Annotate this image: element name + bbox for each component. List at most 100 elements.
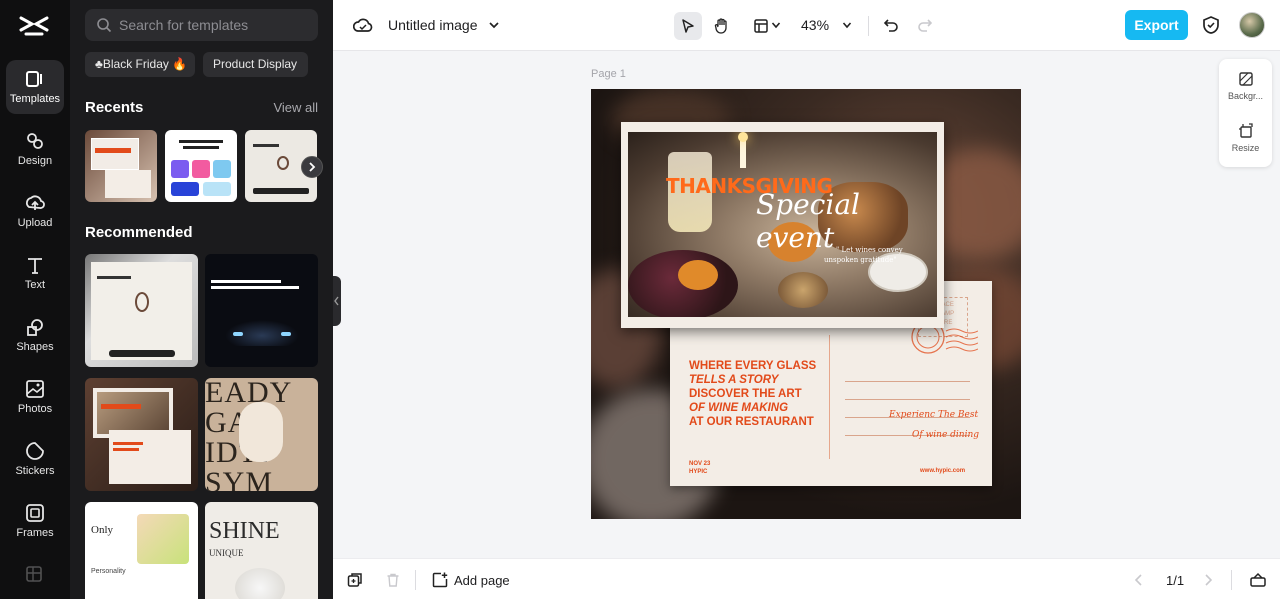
text-icon <box>28 258 42 274</box>
body-line-5[interactable]: AT OUR RESTAURANT <box>689 415 814 429</box>
rail-label: Text <box>24 279 46 291</box>
background-tool[interactable]: Backgr... <box>1219 71 1272 101</box>
recommended-title: Recommended <box>85 224 193 241</box>
recommended-template-thumbnail[interactable] <box>85 254 198 367</box>
body-line-2[interactable]: TELLS A STORY <box>689 373 778 387</box>
rail-item-photos[interactable]: Photos <box>6 370 64 424</box>
view-all-link[interactable]: View all <box>273 100 318 115</box>
body-line-3[interactable]: DISCOVER THE ART <box>689 387 802 401</box>
rail-item-text[interactable]: Text <box>6 246 64 300</box>
rail-label: Upload <box>17 217 53 229</box>
address-line <box>845 399 970 400</box>
recent-template-thumbnail[interactable] <box>165 130 237 202</box>
rail-label: Stickers <box>15 465 55 477</box>
quote-line-1[interactable]: " Let wines convey <box>836 246 903 254</box>
recents-next-button[interactable] <box>301 156 323 178</box>
previous-page-icon[interactable] <box>1133 573 1145 587</box>
recents-title: Recents <box>85 99 144 116</box>
zoom-level[interactable]: 43% <box>801 17 829 33</box>
event-date[interactable]: NOV 23 <box>689 461 710 467</box>
stickers-icon <box>26 442 44 460</box>
body-line-4[interactable]: OF WINE MAKING <box>689 401 788 415</box>
cloud-sync-icon[interactable] <box>353 16 373 34</box>
background-tool-label: Backgr... <box>1227 91 1263 101</box>
photo-card[interactable]: THANKSGIVING Special event " Let wines c… <box>621 122 944 328</box>
chevron-left-icon <box>334 296 339 306</box>
design-icon <box>27 133 43 149</box>
website-url[interactable]: www.hypic.com <box>920 468 965 474</box>
rail-item-templates[interactable]: Templates <box>6 60 64 114</box>
top-toolbar: Untitled image 43% Export <box>333 0 1280 51</box>
rail-item-shapes[interactable]: Shapes <box>6 308 64 362</box>
side-tools-panel: Backgr... Resize <box>1219 59 1272 167</box>
photos-icon <box>26 380 44 398</box>
page-panel-icon[interactable] <box>1249 572 1267 588</box>
shield-icon[interactable] <box>1201 15 1221 35</box>
rail-item-frames[interactable]: Frames <box>6 494 64 548</box>
hand-icon <box>714 18 727 34</box>
rail-label: Shapes <box>16 341 54 353</box>
export-button[interactable]: Export <box>1125 10 1188 40</box>
rail-label: Design <box>17 155 53 167</box>
recommended-template-thumbnail[interactable]: EADYGADIDTISYM <box>205 378 318 491</box>
quote-line-2[interactable]: unspoken gratitude" <box>824 256 897 264</box>
rail-label: Templates <box>9 93 61 105</box>
layout-icon <box>754 19 768 33</box>
shapes-icon <box>27 319 43 336</box>
resize-icon <box>1238 123 1253 138</box>
toolbar-divider <box>1231 570 1232 590</box>
tagline-2[interactable]: Of wine dining <box>912 430 979 440</box>
next-page-icon[interactable] <box>1202 573 1214 587</box>
chevron-down-icon[interactable] <box>771 20 781 30</box>
background-icon <box>1238 72 1253 86</box>
thanksgiving-photo[interactable]: THANKSGIVING Special event " Let wines c… <box>628 132 937 317</box>
more-tools-icon[interactable] <box>25 565 43 583</box>
resize-tool[interactable]: Resize <box>1219 123 1272 153</box>
resize-tool-label: Resize <box>1231 143 1260 153</box>
page-counter: 1/1 <box>1166 573 1185 588</box>
search-input[interactable] <box>119 9 309 41</box>
chevron-down-icon[interactable] <box>842 20 852 30</box>
undo-icon[interactable] <box>882 16 900 34</box>
add-page-icon[interactable] <box>432 572 448 588</box>
select-tool-button[interactable] <box>674 12 702 40</box>
rail-item-stickers[interactable]: Stickers <box>6 432 64 486</box>
panel-collapse-handle[interactable] <box>333 276 341 326</box>
design-artboard[interactable]: WHERE EVERY GLASS TELLS A STORY DISCOVER… <box>591 89 1021 519</box>
rail-label: Photos <box>17 403 53 415</box>
recommended-template-thumbnail[interactable] <box>85 378 198 491</box>
address-line <box>845 381 970 382</box>
hand-tool-button[interactable] <box>708 12 736 40</box>
chip-product-display[interactable]: Product Display <box>203 52 308 77</box>
template-search[interactable] <box>85 9 318 41</box>
chip-black-friday[interactable]: ♣Black Friday 🔥 <box>85 52 195 77</box>
tagline-1[interactable]: Experienc The Best <box>889 410 978 420</box>
left-rail: Templates Design Upload Text Shapes Phot… <box>0 0 70 599</box>
recommended-template-thumbnail[interactable]: SHINE UNIQUE <box>205 502 318 599</box>
chevron-down-icon[interactable] <box>488 19 500 31</box>
add-page-button[interactable]: Add page <box>454 573 510 588</box>
headline-special-event[interactable]: Special event <box>756 188 937 254</box>
page-label: Page 1 <box>591 68 626 80</box>
chevron-right-icon <box>309 162 316 172</box>
body-line-1[interactable]: WHERE EVERY GLASS <box>689 359 816 373</box>
delete-page-icon[interactable] <box>385 572 401 588</box>
rail-item-upload[interactable]: Upload <box>6 184 64 238</box>
search-icon <box>97 18 112 33</box>
postcard-divider <box>829 335 830 459</box>
templates-icon <box>26 71 42 87</box>
rail-label: Frames <box>16 527 54 539</box>
rail-item-design[interactable]: Design <box>6 122 64 176</box>
redo-icon[interactable] <box>916 16 934 34</box>
cursor-icon <box>682 19 694 33</box>
user-avatar[interactable] <box>1239 12 1265 38</box>
capcut-logo-icon[interactable] <box>18 12 50 38</box>
duplicate-page-icon[interactable] <box>347 572 363 588</box>
recommended-template-thumbnail[interactable]: Only Personality <box>85 502 198 599</box>
toolbar-divider <box>868 16 869 36</box>
recommended-template-thumbnail[interactable] <box>205 254 318 367</box>
document-title[interactable]: Untitled image <box>388 17 478 33</box>
brand-name[interactable]: HYPIC <box>689 469 707 475</box>
recent-template-thumbnail[interactable] <box>85 130 157 202</box>
upload-icon <box>26 195 45 210</box>
